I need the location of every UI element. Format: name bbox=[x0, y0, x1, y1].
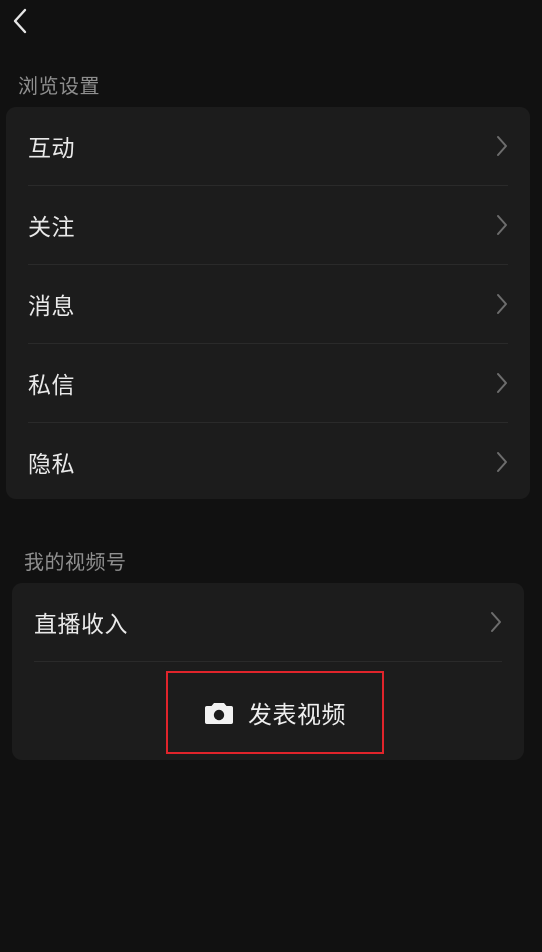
browse-settings-title: 浏览设置 bbox=[18, 74, 100, 98]
settings-item-private-messages[interactable]: 私信 bbox=[6, 344, 530, 422]
settings-item-label: 隐私 bbox=[28, 452, 75, 478]
settings-item-messages[interactable]: 消息 bbox=[6, 265, 530, 343]
back-button[interactable] bbox=[4, 6, 36, 40]
settings-item-label: 互动 bbox=[28, 136, 75, 162]
chevron-right-icon bbox=[496, 293, 508, 315]
publish-video-label: 发表视频 bbox=[248, 701, 346, 729]
publish-video-button[interactable]: 发表视频 bbox=[166, 671, 384, 754]
settings-item-label: 私信 bbox=[28, 373, 75, 399]
chevron-right-icon bbox=[496, 135, 508, 157]
chevron-right-icon bbox=[496, 214, 508, 236]
settings-item-privacy[interactable]: 隐私 bbox=[6, 423, 530, 499]
browse-settings-card: 互动 关注 消息 私信 隐私 bbox=[6, 107, 530, 499]
divider bbox=[34, 661, 502, 662]
settings-item-label: 消息 bbox=[28, 294, 75, 320]
my-channel-title: 我的视频号 bbox=[24, 550, 127, 574]
settings-item-interaction[interactable]: 互动 bbox=[6, 107, 530, 185]
chevron-right-icon bbox=[496, 451, 508, 473]
chevron-left-icon bbox=[12, 8, 28, 38]
chevron-right-icon bbox=[496, 372, 508, 394]
live-income-item[interactable]: 直播收入 bbox=[12, 583, 524, 661]
settings-item-follow[interactable]: 关注 bbox=[6, 186, 530, 264]
live-income-label: 直播收入 bbox=[34, 612, 128, 638]
camera-icon bbox=[204, 700, 234, 726]
chevron-right-icon bbox=[490, 611, 502, 633]
settings-item-label: 关注 bbox=[28, 215, 75, 241]
